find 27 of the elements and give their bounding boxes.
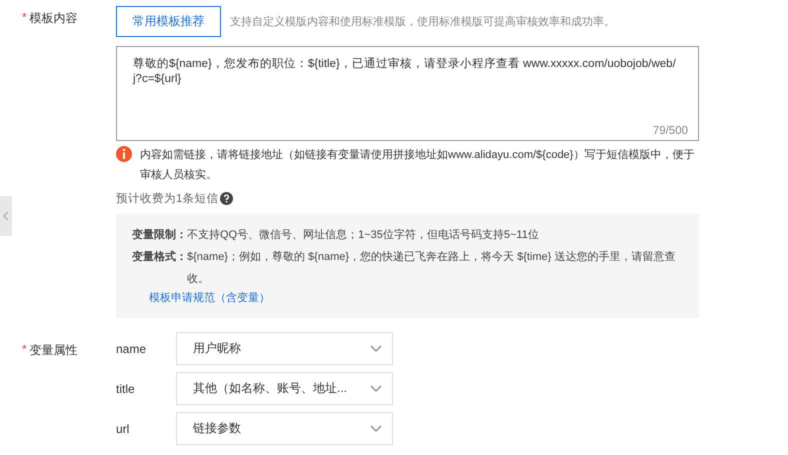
rule-label: 变量格式： <box>132 250 187 265</box>
variable-name: url <box>116 422 130 436</box>
chevron-down-icon <box>370 345 382 352</box>
chevron-down-icon <box>370 385 382 392</box>
estimate-text: 预计收费为1条短信 <box>116 192 218 206</box>
variable-select[interactable]: 其他（如名称、账号、地址... <box>176 372 393 405</box>
field-label: 变量属性 <box>30 342 78 359</box>
required-mark: * <box>22 342 27 358</box>
field-label: 模板内容 <box>30 10 78 27</box>
chevron-down-icon <box>370 425 382 432</box>
hint-text: 支持自定义模版内容和使用标准模版，使用标准模版可提高审核效率和成功率。 <box>230 14 615 29</box>
template-textarea[interactable]: 尊敬的${name}，您发布的职位：${title}，已通过审核，请登录小程序查看 www.xxxxx.com/uobojob/web/j?c=${url} 79/500 <box>116 46 699 141</box>
variable-select[interactable]: 链接参数 <box>176 412 393 445</box>
variable-name: title <box>116 382 136 396</box>
rule-label: 变量限制： <box>132 228 187 243</box>
required-mark: * <box>22 10 27 26</box>
char-counter: 79/500 <box>652 125 688 137</box>
warning-text: 内容如需链接，请将链接地址（如链接有变量请使用拼接地址如www.alidayu.com/${code}）写于短信模版中，便于审核人员核实。 <box>140 148 696 183</box>
variable-select[interactable]: 用户昵称 <box>176 332 393 365</box>
info-icon <box>116 146 132 162</box>
recommend-button[interactable]: 常用模板推荐 <box>116 6 221 37</box>
variable-name: name <box>116 342 148 356</box>
rule-text: 不支持QQ号、微信号、网址信息；1~35位字符，但电话号码支持5~11位 <box>187 228 539 243</box>
rules-link[interactable]: 模板申请规范（含变量） <box>149 290 270 305</box>
help-icon[interactable] <box>220 192 234 205</box>
chevron-left-icon <box>3 211 9 221</box>
rule-text: ${name}；例如，尊敬的 ${name}，您的快递已飞奔在路上，将今天 ${time} 送达您的手里，请留意查收。 <box>187 250 676 287</box>
